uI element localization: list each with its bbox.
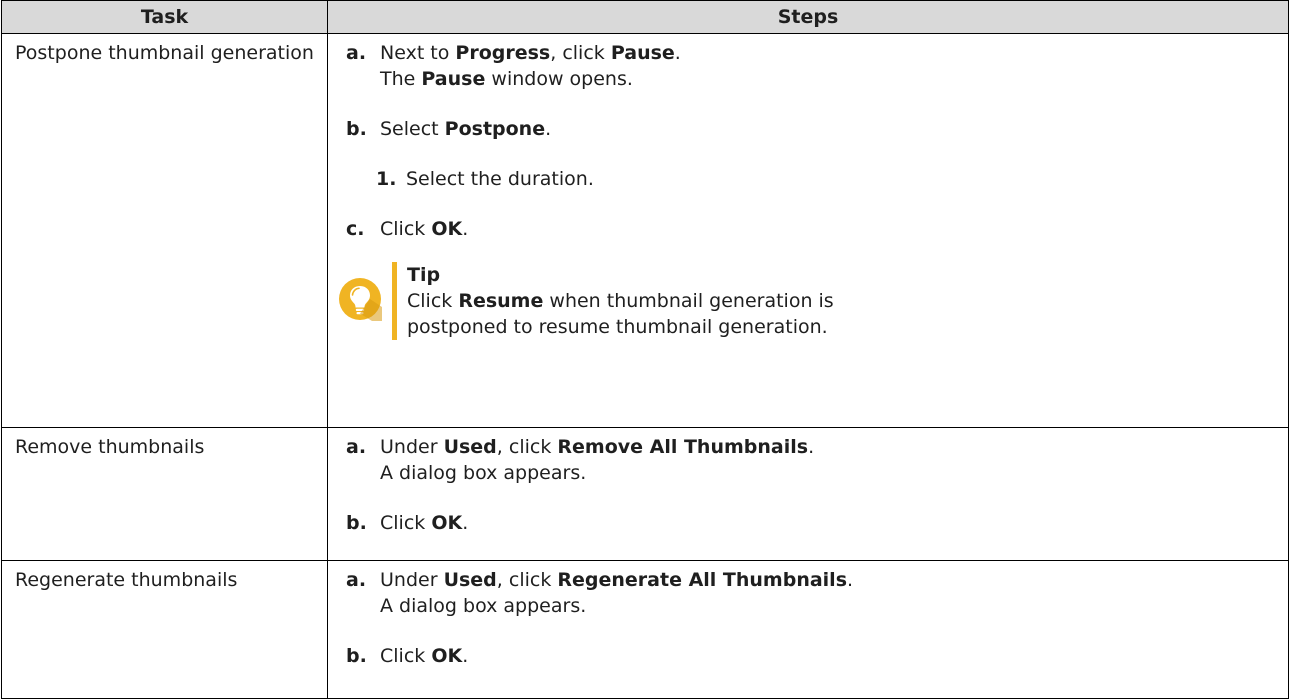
table-header-row: Task Steps — [1, 0, 1289, 34]
step-marker: a. — [346, 42, 367, 64]
step-text: Click OK. — [380, 512, 469, 534]
step-item: a. Under Used, click Remove All Thumbnai… — [346, 434, 1278, 486]
step-item: a. Next to Progress, click Pause. The Pa… — [346, 40, 1278, 92]
tip-text: Click Resume when thumbnail generation i… — [407, 290, 834, 312]
step-item: b. Select Postpone. — [346, 116, 1278, 142]
step-text: Click OK. — [380, 645, 469, 667]
step-text: Under Used, click Regenerate All Thumbna… — [380, 569, 854, 591]
tip-box: Tip Click Resume when thumbnail generati… — [338, 262, 1278, 340]
step-marker: b. — [346, 118, 367, 140]
step-text: A dialog box appears. — [380, 462, 587, 484]
substep-marker: 1. — [376, 168, 397, 190]
step-item: b. Click OK. — [346, 643, 1278, 669]
column-header-steps: Steps — [327, 0, 1289, 34]
steps-cell: a. Next to Progress, click Pause. The Pa… — [327, 33, 1289, 428]
step-text: The Pause window opens. — [380, 68, 633, 90]
step-marker: b. — [346, 645, 367, 667]
step-item: b. Click OK. — [346, 510, 1278, 536]
task-cell: Remove thumbnails — [1, 427, 328, 561]
step-text: Select Postpone. — [380, 118, 552, 140]
step-text: Next to Progress, click Pause. — [380, 42, 681, 64]
task-steps-table: Task Steps Postpone thumbnail generation… — [1, 0, 1289, 699]
steps-cell: a. Under Used, click Remove All Thumbnai… — [327, 427, 1289, 561]
step-text: Select the duration. — [406, 168, 594, 190]
step-marker: c. — [346, 218, 365, 240]
step-text: Under Used, click Remove All Thumbnails. — [380, 436, 815, 458]
task-cell: Regenerate thumbnails — [1, 560, 328, 699]
step-marker: a. — [346, 569, 367, 591]
steps-cell: a. Under Used, click Regenerate All Thum… — [327, 560, 1289, 699]
tip-title: Tip — [407, 264, 441, 286]
step-marker: a. — [346, 436, 367, 458]
table-row: Regenerate thumbnails a. Under Used, cli… — [1, 560, 1289, 699]
step-marker: b. — [346, 512, 367, 534]
table-row: Postpone thumbnail generation a. Next to… — [1, 33, 1289, 428]
table-row: Remove thumbnails a. Under Used, click R… — [1, 427, 1289, 561]
step-text: A dialog box appears. — [380, 595, 587, 617]
step-item: a. Under Used, click Regenerate All Thum… — [346, 567, 1278, 619]
step-item: c. Click OK. — [346, 216, 1278, 242]
tip-text: postponed to resume thumbnail generation… — [407, 316, 828, 338]
column-header-task: Task — [1, 0, 328, 34]
tip-content: Tip Click Resume when thumbnail generati… — [392, 262, 834, 340]
lightbulb-icon — [339, 278, 382, 321]
step-text: Click OK. — [380, 218, 469, 240]
substep-item: 1. Select the duration. — [346, 166, 1278, 192]
task-cell: Postpone thumbnail generation — [1, 33, 328, 428]
